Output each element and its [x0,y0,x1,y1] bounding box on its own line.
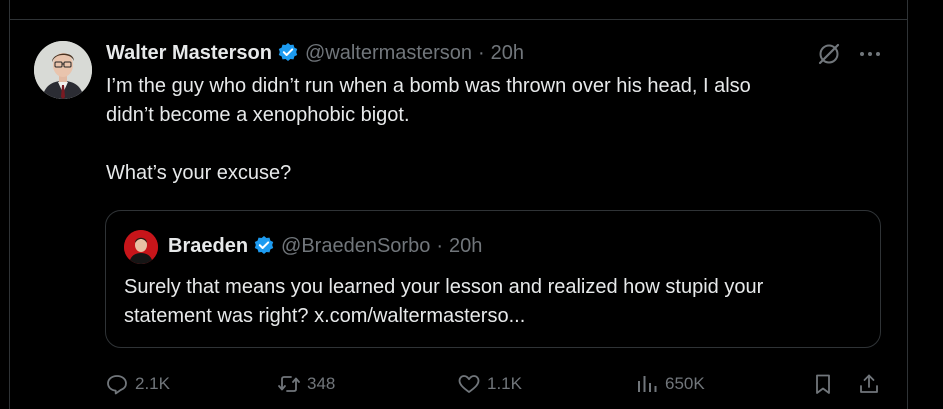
author-handle[interactable]: @waltermasterson [305,42,472,65]
quoted-tweet-text: Surely that means you learned your lesso… [124,273,868,331]
verified-badge-icon[interactable] [277,42,299,64]
like-count: 1.1K [487,374,522,393]
tweet-action-bar: 2.1K 348 1.1K 650K [105,370,885,398]
tweet-timestamp[interactable]: 20h [491,42,524,65]
reply-button[interactable]: 2.1K [105,370,170,398]
reply-count: 2.1K [135,374,170,393]
quoted-author-avatar [124,230,158,264]
quoted-author-handle: @BraedenSorbo [281,234,431,257]
tweet-divider [9,19,907,20]
header-separator: · [478,41,485,64]
heart-icon [458,375,480,393]
quoted-author-name: Braeden [168,234,249,257]
tweet-text-line: I’m the guy who didn’t run when a bomb w… [106,75,751,97]
bookmark-icon [816,374,830,394]
reply-icon [107,375,127,395]
repost-button[interactable]: 348 [277,370,335,398]
views-button[interactable]: 650K [635,370,705,398]
views-count: 650K [665,374,705,393]
tweet-text: I’m the guy who didn’t run when a bomb w… [106,72,886,188]
grok-icon[interactable] [816,41,842,67]
quoted-tweet-header: Braeden @BraedenSorbo · 20h [168,233,482,259]
repost-icon [278,376,300,392]
tweet-text-line: What’s your excuse? [106,162,292,184]
quoted-text-line: statement was right? x.com/waltermasters… [124,305,526,327]
verified-badge-icon [253,235,275,257]
tweet-text-line: didn’t become a xenophobic bigot. [106,104,410,126]
timeline-left-border [9,0,10,409]
timeline-right-border [907,0,908,409]
author-name[interactable]: Walter Masterson [106,42,272,65]
quoted-tweet-timestamp: 20h [449,234,483,257]
quoted-tweet-card[interactable]: Braeden @BraedenSorbo · 20h Surely that … [105,210,881,348]
repost-count: 348 [307,374,336,393]
quoted-avatar-image [124,230,158,264]
quoted-text-line: Surely that means you learned your lesso… [124,276,764,298]
more-options-icon[interactable] [857,43,883,65]
tweet-header: Walter Masterson @waltermasterson · 20h [106,40,524,66]
bookmark-button[interactable] [811,370,841,398]
share-button[interactable] [857,370,887,398]
quoted-header-separator: · [436,234,443,257]
share-icon [860,374,878,393]
analytics-icon [638,376,657,392]
author-avatar-image [34,41,92,99]
author-avatar[interactable] [34,41,92,99]
like-button[interactable]: 1.1K [457,370,522,398]
